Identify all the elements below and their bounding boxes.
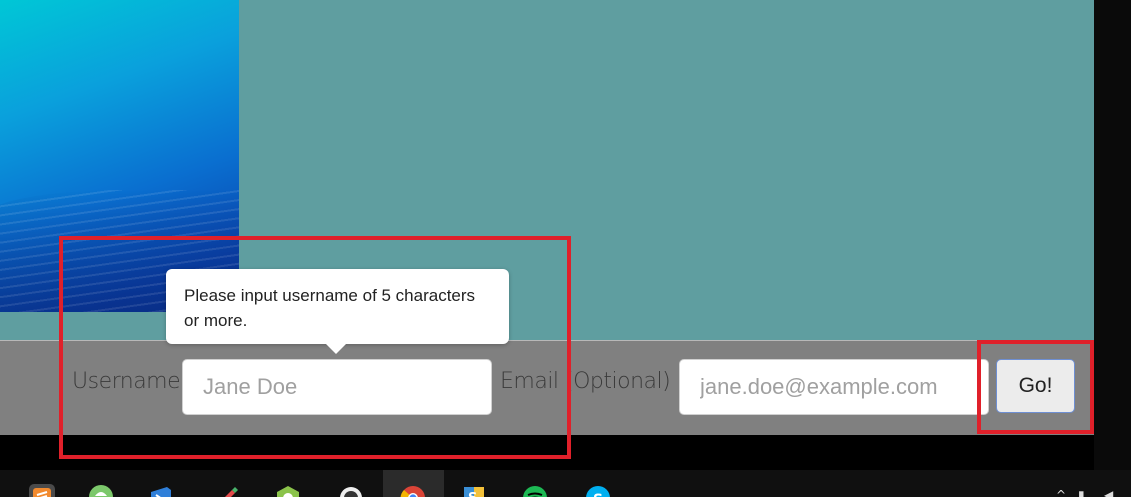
highlight-box-username (59, 236, 571, 459)
android-icon[interactable] (88, 484, 114, 497)
pencil-app-icon[interactable] (212, 484, 238, 497)
screen-edge (1094, 0, 1131, 497)
chrome-icon[interactable] (400, 484, 426, 497)
tray-volume-icon[interactable]: ◀ (1104, 488, 1113, 497)
svg-text:S: S (468, 491, 477, 497)
skype-icon[interactable]: S (585, 484, 611, 497)
tray-network-icon[interactable]: ▮ (1078, 488, 1085, 497)
sublime-text-icon[interactable] (29, 484, 55, 497)
visual-studio-icon[interactable] (148, 484, 174, 497)
tortoise-icon[interactable]: S (461, 484, 487, 497)
highlight-box-go-button (977, 340, 1094, 434)
spotify-icon[interactable] (522, 484, 548, 497)
github-desktop-icon[interactable] (338, 484, 364, 497)
svg-text:S: S (593, 492, 603, 497)
android-studio-icon[interactable] (275, 484, 301, 497)
email-input[interactable] (679, 359, 989, 415)
tray-chevron-icon[interactable]: ^ (1056, 488, 1066, 497)
